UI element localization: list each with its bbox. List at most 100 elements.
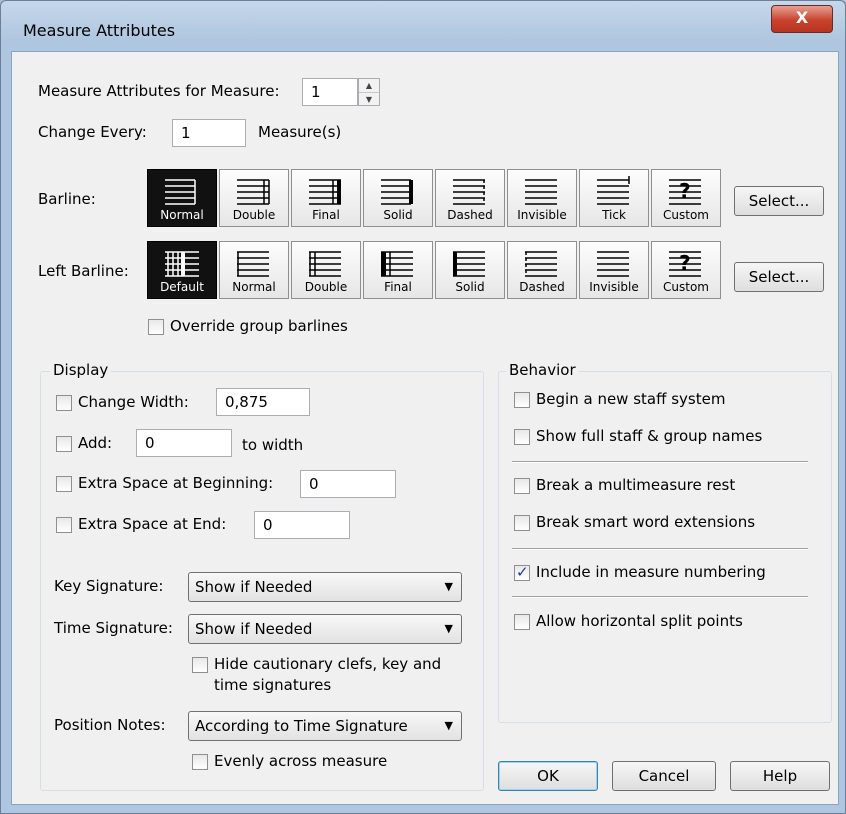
break-smart-word-checkbox[interactable] [514,515,530,531]
break-multimeasure-checkbox[interactable] [514,478,530,494]
left-barline-final-caption: Final [384,280,412,294]
left-barline-default-icon [165,251,199,277]
position-notes-value: According to Time Signature [195,717,408,735]
change-every-label: Change Every: [38,123,147,141]
behavior-separator [512,596,808,598]
time-signature-value: Show if Needed [195,620,313,638]
break-multimeasure-label: Break a multimeasure rest [536,476,736,494]
extra-space-end-label: Extra Space at End: [78,515,227,533]
barline-final-icon [309,179,341,205]
change-every-suffix: Measure(s) [258,123,342,141]
behavior-separator [512,461,808,463]
left-barline-select-button[interactable]: Select... [734,262,824,292]
barline-dashed-caption: Dashed [447,208,493,222]
dropdown-arrow-icon: ▼ [444,719,453,732]
add-suffix: to width [242,436,304,454]
extra-space-beginning-checkbox[interactable] [56,476,72,492]
cancel-button[interactable]: Cancel [612,761,716,791]
evenly-across-label: Evenly across measure [214,752,388,770]
left-barline-default-caption: Default [160,280,204,294]
barline-custom-caption: Custom [663,208,709,222]
barline-invisible-caption: Invisible [517,208,567,222]
barline-solid-button[interactable]: Solid [363,169,433,227]
extra-space-beginning-input[interactable]: 0 [300,470,396,498]
left-barline-final-button[interactable]: Final [363,241,433,299]
spin-up-icon[interactable]: ▲ [359,79,379,93]
include-numbering-checkbox[interactable] [514,563,530,581]
extra-space-end-input[interactable]: 0 [254,511,350,539]
evenly-across-checkbox[interactable] [192,754,208,770]
time-signature-dropdown[interactable]: Show if Needed ▼ [188,614,462,644]
left-barline-custom-caption: Custom [663,280,709,294]
override-group-label: Override group barlines [170,317,348,335]
barline-tick-button[interactable]: Tick [579,169,649,227]
left-barline-custom-button[interactable]: ? Custom [651,241,721,299]
barline-custom-button[interactable]: ? Custom [651,169,721,227]
left-barline-default-button[interactable]: Default [147,241,217,299]
barline-button-group: Normal Double Final Solid Dashed Invisib… [147,169,721,227]
time-signature-label: Time Signature: [54,619,173,637]
left-barline-custom-icon: ? [669,251,701,277]
behavior-group [498,371,832,723]
barline-final-caption: Final [312,208,340,222]
change-every-input[interactable]: 1 [172,119,246,147]
break-smart-word-label: Break smart word extensions [536,513,756,531]
left-barline-normal-button[interactable]: Normal [219,241,289,299]
extra-space-beginning-label: Extra Space at Beginning: [78,474,274,492]
allow-split-points-checkbox[interactable] [514,614,530,630]
barline-normal-caption: Normal [160,208,204,222]
left-barline-dashed-button[interactable]: Dashed [507,241,577,299]
dialog-window: Measure Attributes X Measure Attributes … [0,0,846,814]
left-barline-solid-icon [453,251,485,277]
barline-solid-icon [381,179,413,205]
barline-tick-icon [597,176,630,205]
spin-down-icon[interactable]: ▼ [359,93,379,106]
left-barline-double-icon [309,251,341,277]
change-width-input[interactable]: 0,875 [216,388,310,416]
barline-dashed-icon [453,179,485,205]
change-width-checkbox[interactable] [56,395,72,411]
left-barline-normal-icon [237,251,269,277]
left-barline-dashed-caption: Dashed [519,280,565,294]
override-group-checkbox[interactable] [148,319,164,335]
barline-invisible-button[interactable]: Invisible [507,169,577,227]
barline-select-button[interactable]: Select... [734,186,824,216]
position-notes-dropdown[interactable]: According to Time Signature ▼ [188,711,462,741]
add-label: Add: [78,434,113,452]
barline-label: Barline: [38,190,96,208]
left-barline-invisible-button[interactable]: Invisible [579,241,649,299]
left-barline-double-button[interactable]: Double [291,241,361,299]
display-group-title: Display [50,361,112,379]
left-barline-solid-caption: Solid [455,280,485,294]
close-button[interactable]: X [771,5,833,33]
show-full-names-checkbox[interactable] [514,429,530,445]
dropdown-arrow-icon: ▼ [444,580,453,593]
include-numbering-label: Include in measure numbering [536,563,766,581]
key-signature-dropdown[interactable]: Show if Needed ▼ [188,572,462,602]
begin-staff-system-checkbox[interactable] [514,392,530,408]
measure-number-input[interactable]: 1 [302,78,358,106]
barline-double-button[interactable]: Double [219,169,289,227]
ok-button[interactable]: OK [498,761,598,791]
help-button[interactable]: Help [730,761,830,791]
left-barline-solid-button[interactable]: Solid [435,241,505,299]
key-signature-value: Show if Needed [195,578,313,596]
left-barline-double-caption: Double [304,280,348,294]
measure-spinner[interactable]: ▲ ▼ [358,78,380,106]
barline-final-button[interactable]: Final [291,169,361,227]
left-barline-invisible-icon [597,251,629,277]
hide-cautionary-checkbox[interactable] [192,657,208,673]
title-bar[interactable]: Measure Attributes X [1,1,845,45]
barline-normal-icon [165,179,196,205]
extra-space-end-checkbox[interactable] [56,517,72,533]
barline-normal-button[interactable]: Normal [147,169,217,227]
left-barline-invisible-caption: Invisible [589,280,639,294]
barline-dashed-button[interactable]: Dashed [435,169,505,227]
add-checkbox[interactable] [56,436,72,452]
add-input[interactable]: 0 [136,429,232,457]
window-title: Measure Attributes [23,21,176,40]
begin-staff-system-label: Begin a new staff system [536,390,726,408]
hide-cautionary-label-line1: Hide cautionary clefs, key and [214,655,442,673]
barline-custom-icon: ? [669,179,701,205]
barline-double-caption: Double [232,208,276,222]
